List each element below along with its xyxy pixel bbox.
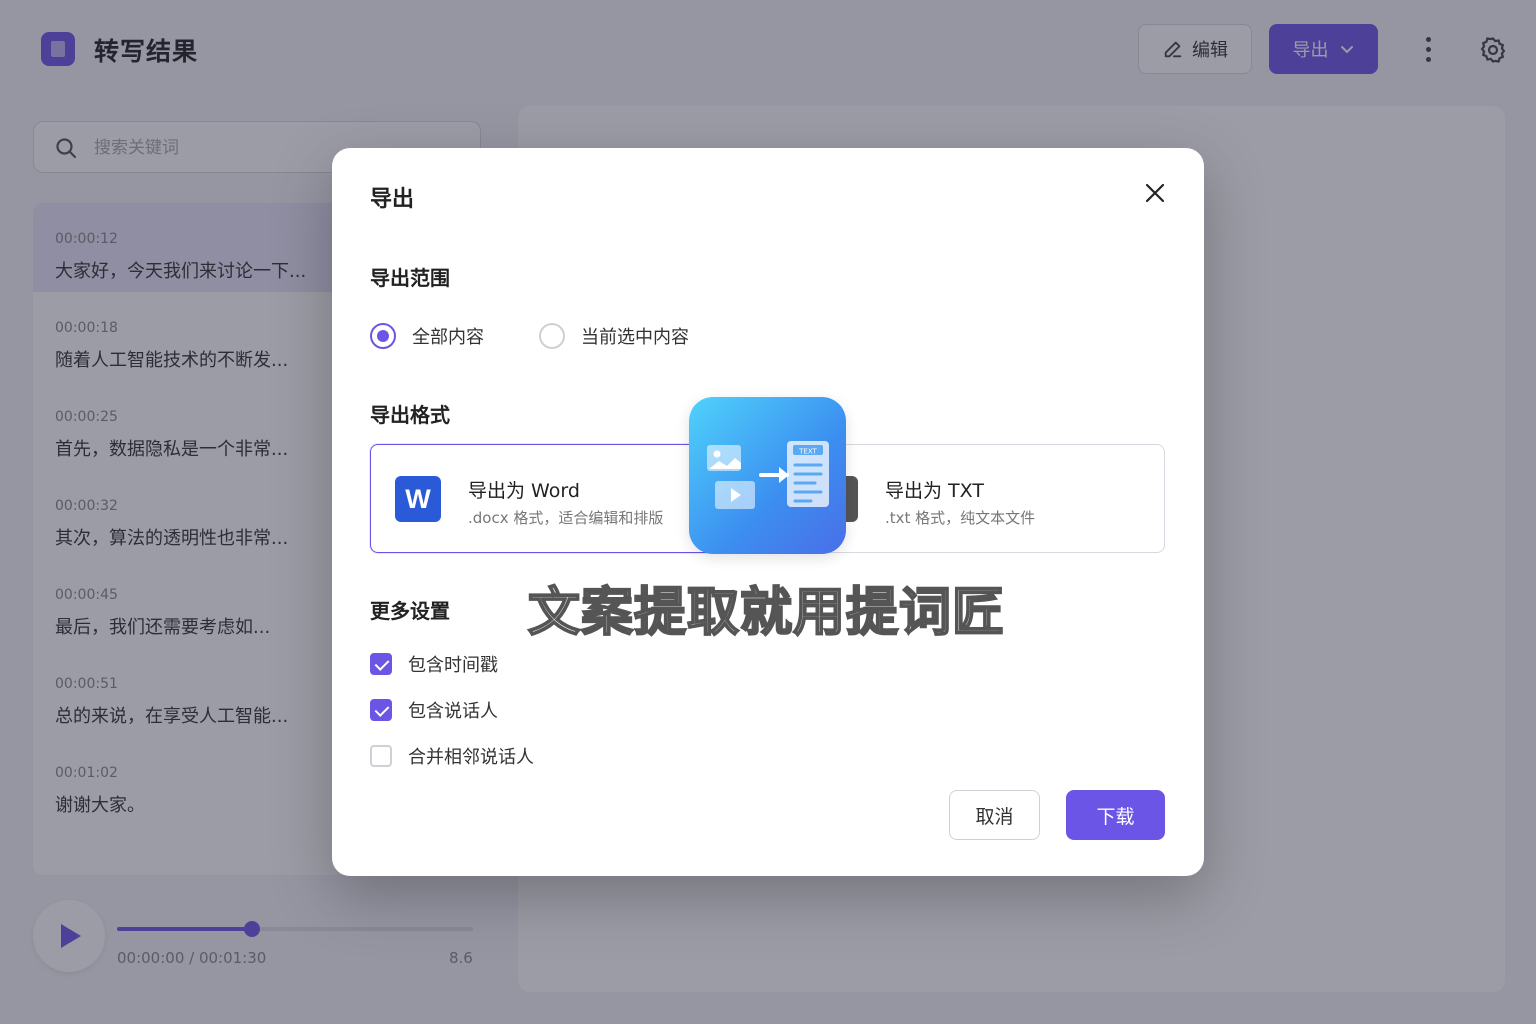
option-label: 合并相邻说话人 (408, 747, 534, 768)
option-label: 包含说话人 (408, 701, 498, 722)
format-desc: .txt 格式，纯文本文件 (885, 509, 1036, 527)
watermark-logo-icon: TEXT (689, 397, 846, 554)
format-name: 导出为 Word (468, 480, 580, 502)
range-option-all[interactable]: 全部内容 (370, 323, 484, 349)
close-icon[interactable] (1140, 178, 1170, 208)
range-option-label: 全部内容 (412, 327, 484, 348)
word-icon: W (395, 476, 441, 522)
watermark-text: 文案提取就用提词匠 (527, 582, 1006, 644)
format-name: 导出为 TXT (885, 480, 984, 502)
option-merge-speakers[interactable]: 合并相邻说话人 (370, 743, 534, 769)
watermark-icon-label: TEXT (798, 448, 817, 456)
radio-circle (539, 323, 565, 349)
checkbox (370, 745, 392, 767)
option-label: 包含时间戳 (408, 655, 498, 676)
more-section-title: 更多设置 (370, 599, 450, 623)
dialog-title: 导出 (370, 187, 415, 212)
format-desc: .docx 格式，适合编辑和排版 (468, 509, 664, 527)
checkbox (370, 699, 392, 721)
format-section-title: 导出格式 (370, 403, 450, 427)
image-to-text-icon: TEXT (707, 441, 829, 509)
download-button[interactable]: 下载 (1066, 790, 1165, 840)
range-section-title: 导出范围 (370, 266, 450, 290)
cancel-button[interactable]: 取消 (949, 790, 1040, 840)
range-option-selected[interactable]: 当前选中内容 (539, 323, 689, 349)
radio-circle (370, 323, 396, 349)
checkbox (370, 653, 392, 675)
option-include-speaker[interactable]: 包含说话人 (370, 697, 498, 723)
option-include-timestamp[interactable]: 包含时间戳 (370, 651, 498, 677)
range-option-label: 当前选中内容 (581, 327, 689, 348)
